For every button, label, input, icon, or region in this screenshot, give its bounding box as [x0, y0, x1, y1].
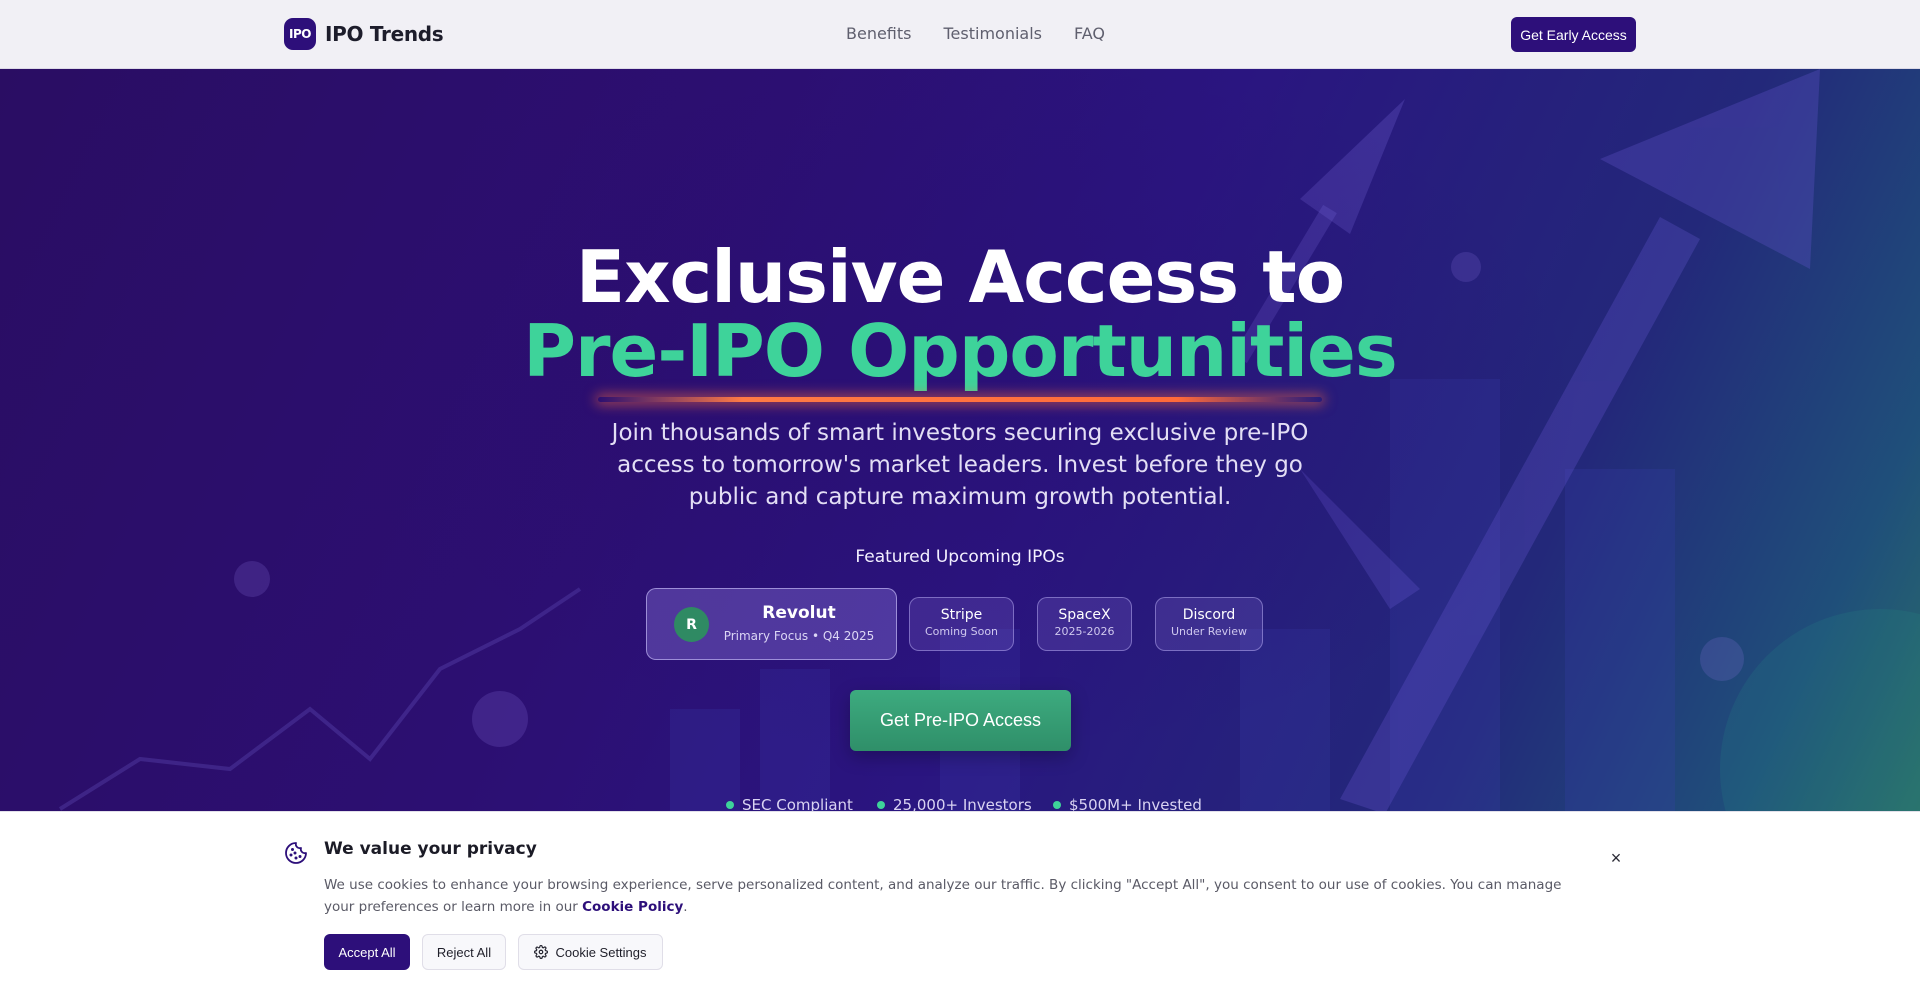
ipo-avatar: R	[674, 607, 709, 642]
ipo-subtitle: Primary Focus • Q4 2025	[723, 629, 875, 643]
cookie-settings-button[interactable]: Cookie Settings	[518, 934, 663, 970]
brand-name[interactable]: IPO Trends	[325, 22, 444, 46]
ipo-name: Revolut	[762, 603, 836, 623]
cookie-description-text: We use cookies to enhance your browsing …	[324, 877, 1562, 915]
accept-all-button[interactable]: Accept All	[324, 934, 410, 970]
cookie-policy-link[interactable]: Cookie Policy	[582, 899, 683, 915]
cookie-title: We value your privacy	[324, 839, 537, 859]
ipo-card-stripe[interactable]: Stripe Coming Soon	[909, 597, 1014, 651]
brand-logo[interactable]: IPO	[284, 18, 316, 50]
brand[interactable]: IPO IPO Trends	[284, 18, 444, 50]
hero-subhead: Join thousands of smart investors securi…	[611, 420, 1309, 510]
cookie-settings-label: Cookie Settings	[555, 944, 647, 960]
check-dot-icon	[1053, 801, 1061, 809]
nav-links: Benefits Testimonials FAQ	[846, 22, 1137, 46]
ipo-status: Coming Soon	[924, 625, 999, 638]
ipo-name: Discord	[1182, 607, 1236, 623]
headline-line-2: Pre-IPO Opportunities	[523, 309, 1397, 393]
gear-icon	[534, 945, 549, 959]
cookie-description-suffix: .	[683, 899, 688, 915]
featured-ipos-label: Featured Upcoming IPOs	[855, 547, 1065, 567]
ipo-name: Stripe	[940, 607, 983, 623]
nav-link-benefits[interactable]: Benefits	[846, 22, 912, 46]
ipo-status: Under Review	[1170, 625, 1248, 638]
nav-link-testimonials[interactable]: Testimonials	[944, 22, 1043, 46]
cookie-description: We use cookies to enhance your browsing …	[324, 874, 1574, 918]
headline-line-1: Exclusive Access to	[575, 235, 1345, 319]
check-dot-icon	[877, 801, 885, 809]
cookie-consent-banner: We value your privacy × We use cookies t…	[0, 811, 1920, 993]
cookie-icon	[284, 841, 308, 865]
ipo-name: SpaceX	[1058, 607, 1111, 623]
trust-indicators: SEC Compliant 25,000+ Investors $500M+ I…	[0, 796, 1920, 811]
nav-link-faq[interactable]: FAQ	[1074, 22, 1105, 46]
top-navbar: IPO IPO Trends Benefits Testimonials FAQ…	[0, 0, 1920, 69]
featured-ipo-list: R Revolut Primary Focus • Q4 2025 Stripe…	[0, 588, 1920, 660]
get-pre-ipo-access-button[interactable]: Get Pre-IPO Access	[850, 690, 1071, 751]
ipo-card-discord[interactable]: Discord Under Review	[1155, 597, 1263, 651]
close-icon[interactable]: ×	[1604, 846, 1628, 870]
hero-headline: Exclusive Access to Pre-IPO Opportunitie…	[0, 239, 1920, 389]
trust-label: SEC Compliant	[742, 796, 853, 811]
trust-label: 25,000+ Investors	[893, 796, 1032, 811]
ipo-card-revolut[interactable]: R Revolut Primary Focus • Q4 2025	[646, 588, 897, 660]
headline-underline	[598, 397, 1322, 402]
ipo-status: 2025-2026	[1054, 625, 1115, 638]
trust-label: $500M+ Invested	[1069, 796, 1202, 811]
ipo-card-spacex[interactable]: SpaceX 2025-2026	[1037, 597, 1132, 651]
get-early-access-button[interactable]: Get Early Access	[1511, 17, 1636, 52]
trust-item: SEC Compliant	[726, 796, 853, 811]
check-dot-icon	[726, 801, 734, 809]
hero-section: Exclusive Access to Pre-IPO Opportunitie…	[0, 69, 1920, 811]
trust-item: $500M+ Invested	[1053, 796, 1202, 811]
trust-item: 25,000+ Investors	[877, 796, 1032, 811]
reject-all-button[interactable]: Reject All	[422, 934, 506, 970]
